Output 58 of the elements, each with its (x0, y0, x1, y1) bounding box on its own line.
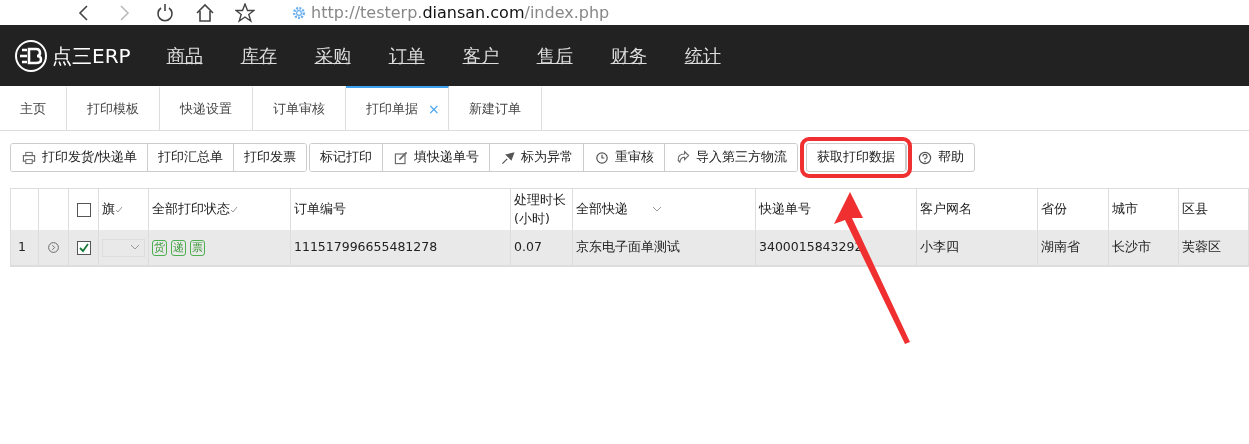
table-cell: 湖南省 (1041, 238, 1080, 257)
logo-icon (14, 38, 48, 73)
help-icon (917, 149, 934, 166)
toolbar-button[interactable]: 打印发货/快递单 (11, 144, 149, 171)
checkbox[interactable] (76, 240, 91, 255)
tab[interactable]: 快递设置 (160, 86, 253, 130)
menu-item[interactable]: 采购 (314, 42, 351, 69)
menu-item[interactable]: 统计 (684, 42, 721, 69)
tab[interactable]: 主页 (0, 86, 67, 130)
logo-text: 点三ERP (52, 42, 131, 70)
tab[interactable]: 打印模板 (67, 86, 160, 130)
menu-item[interactable]: 订单 (388, 42, 425, 69)
edit-icon (393, 149, 410, 166)
menu-item[interactable]: 财务 (610, 42, 647, 69)
sort-icon[interactable] (230, 205, 238, 214)
menu-item[interactable]: 客户 (462, 42, 499, 69)
table-cell: 芙蓉区 (1182, 238, 1221, 257)
home-icon[interactable] (195, 2, 215, 23)
import-icon (675, 149, 692, 166)
column-header[interactable]: 快递单号 (759, 200, 811, 219)
table-cell: 长沙市 (1112, 238, 1151, 257)
column-header[interactable]: 全部打印状态 (152, 200, 230, 219)
column-header[interactable]: 全部快递 (576, 200, 628, 219)
address-bar[interactable]: http://testerp.diansan.com/index.php (311, 0, 610, 25)
status-tag: 货 (152, 239, 167, 256)
column-header[interactable]: 城市 (1112, 200, 1138, 219)
status-tag: 票 (190, 239, 205, 256)
table-cell: 111517996655481278 (294, 238, 438, 257)
column-header[interactable]: 订单编号 (294, 200, 346, 219)
menu-item[interactable]: 商品 (166, 42, 203, 69)
toolbar-button[interactable]: 标记打印 (310, 144, 384, 171)
star-icon[interactable] (235, 2, 255, 23)
row-number: 1 (17, 238, 26, 257)
history-icon (594, 149, 611, 166)
pin-icon (500, 149, 517, 166)
site-icon (291, 4, 307, 21)
column-header[interactable]: 区县 (1182, 200, 1208, 219)
column-header[interactable]: 旗 (102, 200, 115, 219)
tab[interactable]: 打印单据 × (346, 86, 449, 130)
reload-icon[interactable] (155, 2, 175, 23)
expand-icon[interactable] (46, 240, 61, 255)
caret-icon[interactable] (130, 244, 140, 251)
toolbar-button[interactable]: 帮助 (906, 143, 976, 172)
checkbox[interactable] (76, 202, 91, 217)
printer-icon (21, 149, 37, 166)
sort-icon[interactable] (115, 205, 123, 214)
status-tag: 递 (171, 239, 186, 256)
table-cell: 京东电子面单测试 (576, 238, 680, 257)
table-cell: 3400015843292 (759, 238, 863, 257)
column-header[interactable]: 处理时长(小时) (514, 190, 569, 229)
menu-item[interactable]: 库存 (240, 42, 277, 69)
table-cell: 0.07 (514, 238, 542, 257)
menu-item[interactable]: 售后 (536, 42, 573, 69)
column-header[interactable]: 客户网名 (920, 200, 972, 219)
table-cell: 小李四 (920, 238, 959, 257)
tab[interactable]: 新建订单 (448, 86, 542, 130)
column-header[interactable]: 省份 (1041, 200, 1067, 219)
caret-icon[interactable] (652, 206, 662, 213)
